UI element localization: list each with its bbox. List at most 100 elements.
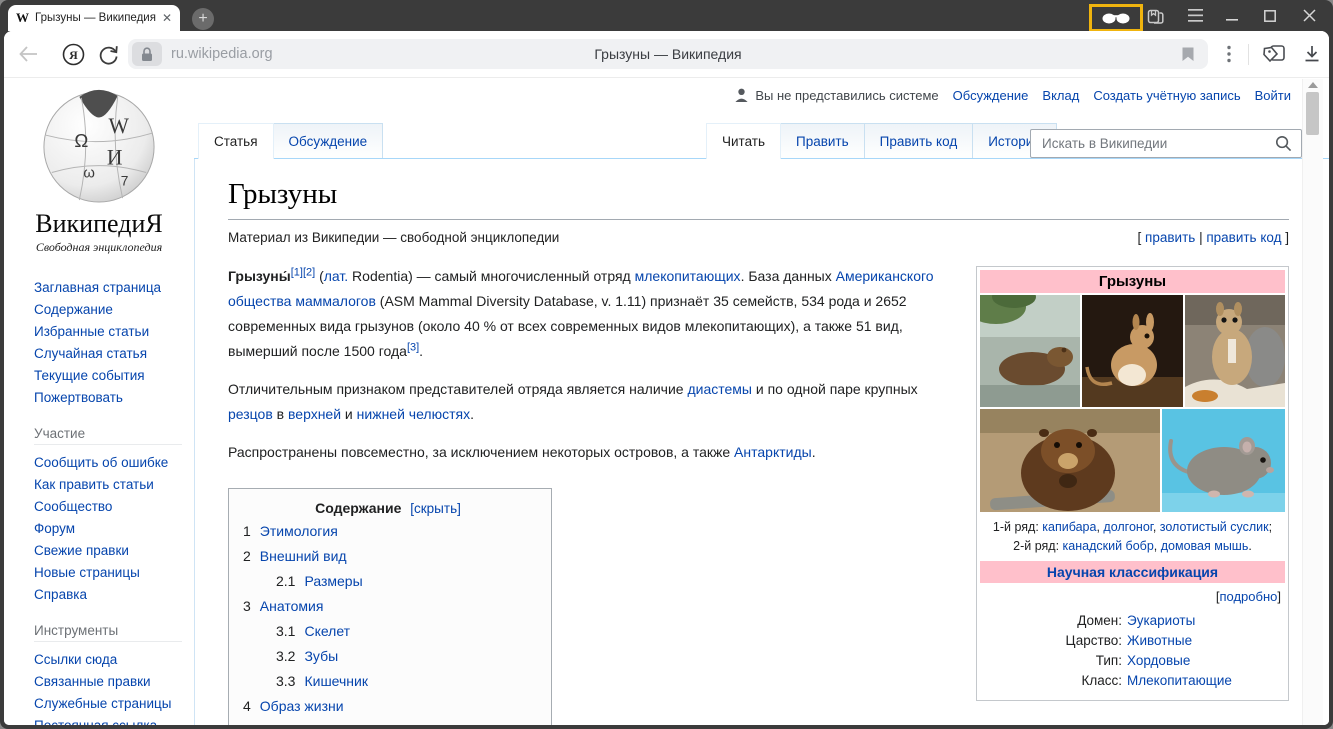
personal-link[interactable]: Вклад (1042, 88, 1079, 103)
toc-link[interactable]: Питание (304, 723, 359, 725)
rank-value-link[interactable]: Хордовые (1127, 653, 1190, 668)
reference-link[interactable]: [2] (303, 266, 315, 278)
browser-menu-button[interactable] (1186, 8, 1204, 23)
sidebar-link[interactable]: Постоянная ссылка (34, 715, 194, 725)
downloads-button[interactable] (1302, 44, 1322, 69)
incognito-glasses-highlight[interactable] (1089, 4, 1143, 32)
toc-link[interactable]: Размеры (304, 573, 362, 589)
svg-text:Ω: Ω (74, 130, 88, 151)
article-title: Грызуны (228, 177, 1289, 220)
view-tab[interactable]: Править (780, 123, 865, 158)
site-subtitle: Материал из Википедии — свободной энцикл… (228, 229, 559, 247)
yandex-icon: Я (62, 43, 85, 66)
sidebar-link[interactable]: Текущие события (34, 365, 194, 387)
rank-value-link[interactable]: Животные (1127, 633, 1192, 648)
sidebar-link[interactable]: Случайная статья (34, 343, 194, 365)
browser-tab[interactable]: W Грызуны — Википедия ✕ (8, 5, 180, 31)
toc-link[interactable]: Образ жизни (260, 698, 344, 714)
back-button[interactable] (18, 45, 39, 68)
sidebar-link[interactable]: Сообщить об ошибке (34, 452, 194, 474)
caption-link[interactable]: канадский бобр (1063, 539, 1154, 553)
reload-button[interactable] (98, 43, 119, 70)
sidebar-link[interactable]: Свежие правки (34, 540, 194, 562)
sidebar-link[interactable]: Ссылки сюда (34, 649, 194, 671)
wiki-search-box[interactable] (1030, 129, 1302, 158)
yandex-button[interactable]: Я (62, 43, 85, 71)
side-panel-button[interactable] (1144, 5, 1166, 27)
page-scrollbar[interactable] (1302, 79, 1323, 725)
personal-link[interactable]: Создать учётную запись (1093, 88, 1240, 103)
toc-link[interactable]: Скелет (304, 623, 350, 639)
sidebar-link[interactable]: Новые страницы (34, 562, 194, 584)
toc-link[interactable]: Зубы (304, 648, 338, 664)
toc-link[interactable]: Этимология (260, 523, 338, 539)
minimize-button[interactable] (1224, 8, 1240, 23)
classification-header-link[interactable]: Научная классификация (1047, 564, 1218, 580)
reference-link[interactable]: [3] (407, 341, 419, 353)
caption-link[interactable]: капибара (1042, 520, 1096, 534)
new-tab-button[interactable]: + (192, 8, 214, 30)
article-link[interactable]: нижней челюстях (357, 406, 470, 422)
article-link[interactable]: верхней (288, 406, 341, 422)
namespace-tab[interactable]: Обсуждение (273, 123, 384, 158)
scrollbar-up-arrow[interactable] (1308, 82, 1318, 88)
more-actions-button[interactable] (1226, 45, 1232, 68)
reference-link[interactable]: [1] (291, 266, 303, 278)
personal-link[interactable]: Войти (1255, 88, 1291, 103)
beaver-photo[interactable] (980, 409, 1160, 512)
bookmark-button[interactable] (1182, 47, 1194, 67)
sidebar-link[interactable]: Сообщество (34, 496, 194, 518)
edit-link[interactable]: править (1145, 230, 1195, 245)
house-mouse-photo[interactable] (1162, 409, 1285, 512)
detail-link[interactable]: подробно (1219, 589, 1277, 604)
view-tab[interactable]: Читать (706, 123, 781, 159)
ground-squirrel-image (1185, 295, 1285, 407)
rank-value-link[interactable]: Млекопитающие (1127, 673, 1232, 688)
caption-link[interactable]: домовая мышь (1161, 539, 1249, 553)
caption-link[interactable]: золотистый суслик (1160, 520, 1269, 534)
sidebar-link[interactable]: Как править статьи (34, 474, 194, 496)
sidebar-link[interactable]: Форум (34, 518, 194, 540)
toolbar-divider (1248, 44, 1249, 65)
maximize-button[interactable] (1263, 9, 1277, 22)
view-tab[interactable]: Править код (864, 123, 974, 158)
toc-link[interactable]: Внешний вид (260, 548, 347, 564)
sidebar-link[interactable]: Содержание (34, 299, 194, 321)
close-window-button[interactable] (1302, 8, 1317, 22)
collections-button[interactable] (1262, 43, 1286, 70)
namespace-tab[interactable]: Статья (198, 123, 274, 159)
sidebar-link[interactable]: Справка (34, 584, 194, 606)
edit-source-link[interactable]: править код (1206, 230, 1281, 245)
toc-link[interactable]: Кишечник (304, 673, 368, 689)
scrollbar-thumb[interactable] (1306, 92, 1319, 135)
toc-link[interactable]: Анатомия (260, 598, 324, 614)
rank-value-link[interactable]: Эукариоты (1127, 613, 1195, 628)
article-link[interactable]: диастемы (687, 381, 752, 397)
search-input[interactable] (1040, 135, 1275, 152)
article-link[interactable]: млекопитающих (635, 268, 741, 284)
sidebar-link[interactable]: Заглавная страница (34, 277, 194, 299)
toc-item: 3.3Кишечник (243, 669, 533, 694)
sidebar-link[interactable]: Избранные статьи (34, 321, 194, 343)
caption-link[interactable]: долгоног (1103, 520, 1152, 534)
toc-number: 2 (243, 548, 251, 564)
ground-squirrel-photo[interactable] (1185, 295, 1285, 407)
url-text[interactable]: ru.wikipedia.org (171, 46, 273, 62)
sidebar-link[interactable]: Служебные страницы (34, 693, 194, 715)
sidebar-link[interactable]: Пожертвовать (34, 387, 194, 409)
address-bar[interactable]: ru.wikipedia.org Грызуны — Википедия (128, 39, 1208, 69)
capybara-photo[interactable] (980, 295, 1080, 407)
article-link[interactable]: резцов (228, 406, 273, 422)
search-icon[interactable] (1275, 135, 1292, 152)
springhare-photo[interactable] (1082, 295, 1183, 407)
browser-content: Я ru.wikipedia.org Грызуны — Википедия (4, 31, 1329, 725)
article-link[interactable]: лат. (324, 268, 348, 284)
sidebar-link[interactable]: Связанные правки (34, 671, 194, 693)
wikipedia-logo[interactable]: W Ω И ω 7 ВикипедиЯ Свободная энциклопед… (4, 84, 194, 255)
security-chip[interactable] (132, 42, 162, 66)
toc-hide-link[interactable]: [скрыть] (410, 501, 461, 516)
personal-link[interactable]: Обсуждение (953, 88, 1029, 103)
tab-close-icon[interactable]: ✕ (162, 12, 172, 24)
article-link[interactable]: Антарктиды (734, 444, 812, 460)
reference: [1] (291, 266, 303, 278)
